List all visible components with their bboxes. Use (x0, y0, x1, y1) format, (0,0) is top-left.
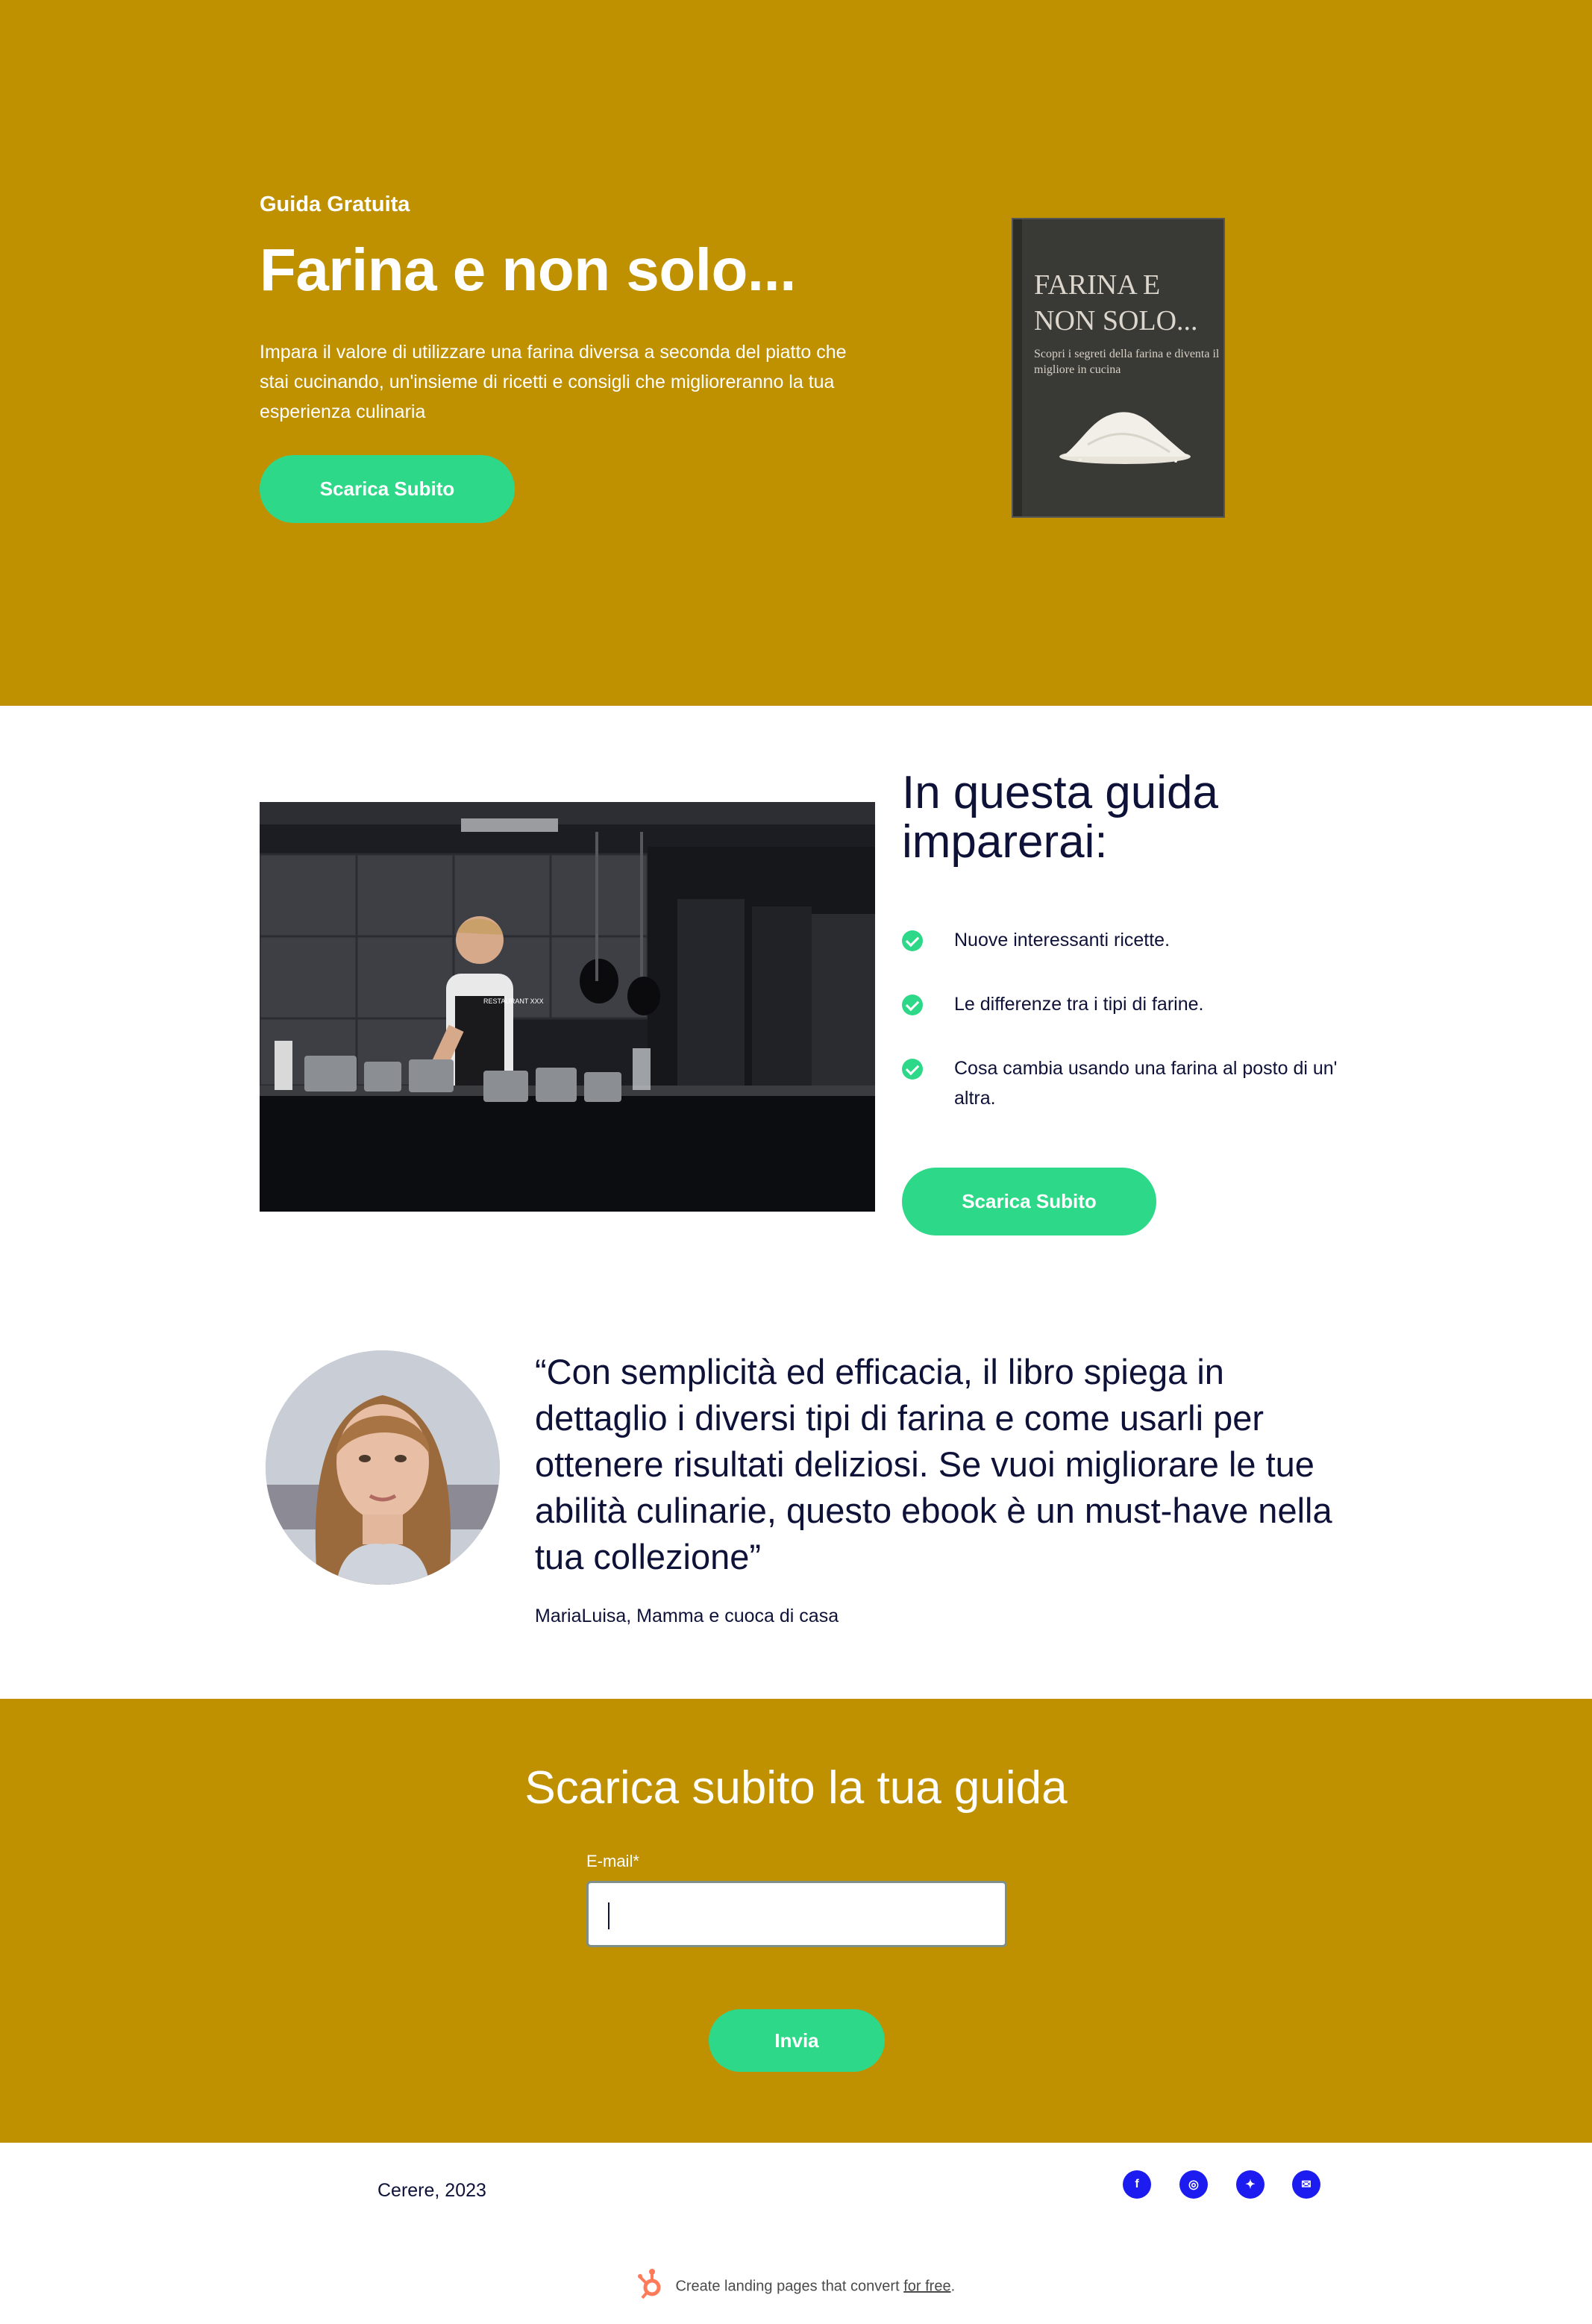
ebook-cover-title: FARINA E NON SOLO... (1034, 269, 1198, 336)
ebook-cover: FARINA E NON SOLO... Scopri i segreti de… (1013, 219, 1223, 516)
email-label: E-mail* (586, 1852, 639, 1870)
hero-section: Guida Gratuita Farina e non solo... Impa… (0, 0, 1592, 706)
testimonial-avatar (266, 1350, 500, 1585)
form-title: Scarica subito la tua guida (524, 1762, 1068, 1814)
hubspot-free-link[interactable]: for free (903, 2278, 950, 2294)
apron-logo-text: RESTAURANT XXX (483, 997, 544, 1005)
check-icon (902, 995, 923, 1015)
list-item: Cosa cambia usando una farina al posto d… (902, 1053, 1350, 1113)
download-form-section: Scarica subito la tua guida E-mail* Invi… (0, 1699, 1592, 2143)
avatar-illustration (266, 1350, 500, 1585)
email-icon[interactable]: ✉ (1292, 2170, 1320, 2199)
hero-eyebrow: Guida Gratuita (260, 192, 410, 216)
check-icon (902, 1059, 923, 1080)
list-item: Nuove interessanti ricette. (902, 925, 1350, 955)
instagram-icon[interactable]: ◎ (1179, 2170, 1208, 2199)
list-item-text: Le differenze tra i tipi di farine. (954, 994, 1204, 1015)
guide-download-button[interactable]: Scarica Subito (902, 1168, 1156, 1235)
twitter-icon[interactable]: ✦ (1236, 2170, 1264, 2199)
kitchen-illustration: RESTAURANT XXX (260, 802, 875, 1212)
hero-description: Impara il valore di utilizzare una farin… (260, 342, 847, 422)
text-cursor (608, 1902, 609, 1929)
submit-button[interactable]: Invia (709, 2009, 885, 2072)
check-icon (902, 930, 923, 951)
ebook-cover-subtitle: Scopri i segreti della farina e diventa … (1034, 348, 1220, 376)
footer-copyright: Cerere, 2023 (377, 2180, 486, 2201)
testimonial-quote: “Con semplicità ed efficacia, il libro s… (535, 1352, 1332, 1576)
guide-benefits-list: Nuove interessanti ricette. Le differenz… (902, 925, 1350, 1113)
hubspot-sprocket-icon (637, 2268, 667, 2305)
list-item-text: Nuove interessanti ricette. (954, 930, 1171, 950)
email-field[interactable] (586, 1881, 1007, 1947)
hero-download-button[interactable]: Scarica Subito (260, 455, 515, 523)
hubspot-badge: Create landing pages that convert for fr… (0, 2268, 1592, 2305)
list-item-text: Cosa cambia usando una farina al posto d… (954, 1058, 1338, 1109)
guide-section-title: In questa guida imparerai: (902, 767, 1219, 868)
chef-kitchen-photo: RESTAURANT XXX (260, 802, 875, 1212)
flour-pile-illustration (1059, 412, 1191, 464)
list-item: Le differenze tra i tipi di farine. (902, 989, 1350, 1019)
hubspot-suffix: . (950, 2278, 956, 2295)
hubspot-text: Create landing pages that convert (675, 2278, 900, 2295)
testimonial-author: MariaLuisa, Mamma e cuoca di casa (535, 1606, 839, 1626)
hero-title: Farina e non solo... (260, 237, 796, 303)
facebook-icon[interactable]: f (1123, 2170, 1151, 2199)
